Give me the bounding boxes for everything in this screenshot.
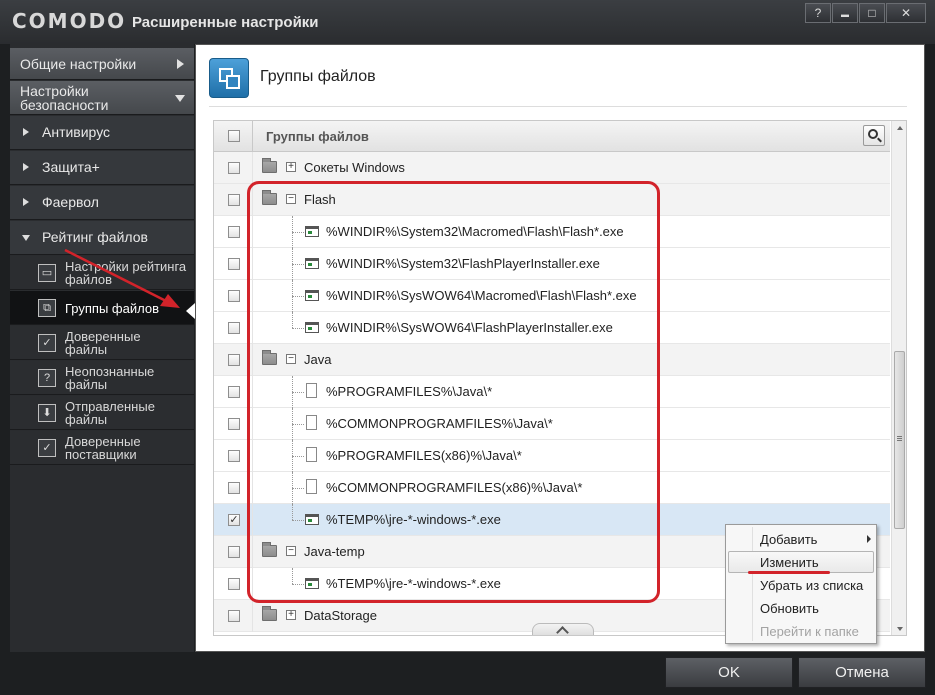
- sidebar-item-label: Доверенные файлы: [65, 329, 141, 357]
- row-checkbox[interactable]: [228, 418, 240, 430]
- ok-button[interactable]: OK: [665, 657, 793, 688]
- sidebar-item-label: Группы файлов: [65, 301, 159, 316]
- checkmark-doc-icon: ✓: [38, 334, 56, 352]
- sidebar-item-label: Отправленные файлы: [65, 399, 155, 427]
- trusted-vendor-icon: ✓: [38, 439, 56, 457]
- row-checkbox[interactable]: [228, 194, 240, 206]
- expand-arrow-icon: [23, 198, 29, 206]
- menu-item-edit[interactable]: Изменить: [728, 551, 874, 573]
- minimize-icon: ▬: [841, 10, 849, 19]
- menu-item-remove[interactable]: Убрать из списка: [728, 574, 874, 596]
- group-label: Сокеты Windows: [304, 160, 405, 175]
- sidebar-item-trusted-files[interactable]: ✓ Доверенные файлы: [10, 326, 194, 360]
- row-checkbox[interactable]: [228, 354, 240, 366]
- row-checkbox[interactable]: [228, 290, 240, 302]
- sidebar-item-file-rating-settings[interactable]: ▭ Настройки рейтинга файлов: [10, 256, 194, 290]
- menu-item-label: Убрать из списка: [760, 578, 864, 593]
- title-bar: COMODO Расширенные настройки ? ▬ □ ✕: [0, 0, 935, 44]
- app-logo: COMODO: [12, 9, 127, 33]
- annotation-highlight-box: [247, 181, 660, 603]
- sidebar-item-file-rating[interactable]: Рейтинг файлов: [10, 221, 194, 255]
- collapse-arrow-icon: [22, 235, 30, 241]
- submenu-arrow-icon: [867, 535, 871, 543]
- row-checkbox[interactable]: [228, 578, 240, 590]
- sidebar-item-firewall[interactable]: Фаервол: [10, 186, 194, 220]
- help-button[interactable]: ?: [805, 3, 831, 23]
- table-header: Группы файлов: [214, 121, 890, 152]
- menu-item-label: Добавить: [760, 532, 818, 547]
- sidebar-item-label: Рейтинг файлов: [42, 229, 148, 245]
- expand-icon[interactable]: +: [286, 162, 296, 172]
- scroll-down-icon[interactable]: [897, 627, 903, 631]
- row-checkbox[interactable]: [228, 546, 240, 558]
- row-checkbox[interactable]: [228, 322, 240, 334]
- question-doc-icon: ?: [38, 369, 56, 387]
- sidebar-item-label: Неопознанные файлы: [65, 364, 155, 392]
- active-item-pointer: [186, 303, 195, 319]
- minimize-button[interactable]: ▬: [832, 3, 858, 23]
- chevron-up-icon: [556, 626, 569, 635]
- window-title: Расширенные настройки: [132, 14, 319, 31]
- row-checkbox[interactable]: [228, 226, 240, 238]
- folder-icon: [262, 158, 277, 173]
- sidebar-item-label: Защита+: [42, 159, 100, 175]
- sidebar-security-settings[interactable]: Настройки безопасности: [10, 81, 194, 115]
- sidebar-general-label: Общие настройки: [20, 56, 137, 72]
- sidebar-item-antivirus[interactable]: Антивирус: [10, 116, 194, 150]
- maximize-button[interactable]: □: [859, 3, 885, 23]
- scroll-up-icon[interactable]: [897, 126, 903, 130]
- sidebar-item-label: Настройки рейтинга файлов: [65, 259, 187, 287]
- expand-arrow-icon: [23, 128, 29, 136]
- menu-item-label: Перейти к папке: [760, 624, 859, 639]
- sidebar-general-settings[interactable]: Общие настройки: [10, 48, 194, 80]
- row-checkbox[interactable]: ✓: [228, 514, 240, 526]
- chevron-right-icon: [177, 59, 184, 69]
- page-title: Группы файлов: [260, 68, 376, 85]
- row-checkbox[interactable]: [228, 258, 240, 270]
- collapse-panel-button[interactable]: [532, 623, 594, 635]
- sidebar-item-submitted-files[interactable]: ⬇ Отправленные файлы: [10, 396, 194, 430]
- file-groups-header-icon: [209, 58, 249, 98]
- menu-item-refresh[interactable]: Обновить: [728, 597, 874, 619]
- sidebar-item-label: Доверенные поставщики: [65, 434, 141, 462]
- menu-item-add[interactable]: Добавить: [728, 528, 874, 550]
- chevron-down-icon: [175, 95, 185, 102]
- select-all-checkbox[interactable]: [228, 130, 240, 142]
- row-checkbox[interactable]: [228, 450, 240, 462]
- close-button[interactable]: ✕: [886, 3, 926, 23]
- menu-item-label: Изменить: [760, 555, 819, 570]
- sidebar-item-trusted-vendors[interactable]: ✓ Доверенные поставщики: [10, 431, 194, 465]
- search-button[interactable]: [863, 125, 885, 146]
- file-groups-icon: ⧉: [38, 299, 56, 317]
- menu-item-go-to-folder: Перейти к папке: [728, 620, 874, 642]
- expand-icon[interactable]: +: [286, 610, 296, 620]
- column-header-file-groups: Группы файлов: [266, 129, 369, 144]
- sidebar-item-unrecognized-files[interactable]: ? Неопознанные файлы: [10, 361, 194, 395]
- cancel-button[interactable]: Отмена: [798, 657, 926, 688]
- settings-list-icon: ▭: [38, 264, 56, 282]
- annotation-underline: [748, 571, 830, 574]
- row-checkbox[interactable]: [228, 386, 240, 398]
- upload-doc-icon: ⬇: [38, 404, 56, 422]
- sidebar-security-label: Настройки безопасности: [20, 83, 109, 113]
- context-menu: Добавить Изменить Убрать из списка Обнов…: [725, 524, 877, 644]
- sidebar-item-file-groups[interactable]: ⧉ Группы файлов: [10, 291, 194, 325]
- group-row[interactable]: + Сокеты Windows: [214, 152, 890, 184]
- row-checkbox[interactable]: [228, 482, 240, 494]
- expand-arrow-icon: [23, 163, 29, 171]
- sidebar-item-defense[interactable]: Защита+: [10, 151, 194, 185]
- sidebar-item-label: Фаервол: [42, 194, 99, 210]
- sidebar: Общие настройки Настройки безопасности А…: [10, 44, 194, 652]
- menu-item-label: Обновить: [760, 601, 819, 616]
- vertical-scrollbar[interactable]: [891, 121, 906, 635]
- folder-icon: [262, 606, 277, 621]
- header-divider: [209, 106, 907, 107]
- group-label: DataStorage: [304, 608, 377, 623]
- row-checkbox[interactable]: [228, 162, 240, 174]
- scrollbar-thumb[interactable]: [894, 351, 905, 529]
- sidebar-item-label: Антивирус: [42, 124, 111, 140]
- row-checkbox[interactable]: [228, 610, 240, 622]
